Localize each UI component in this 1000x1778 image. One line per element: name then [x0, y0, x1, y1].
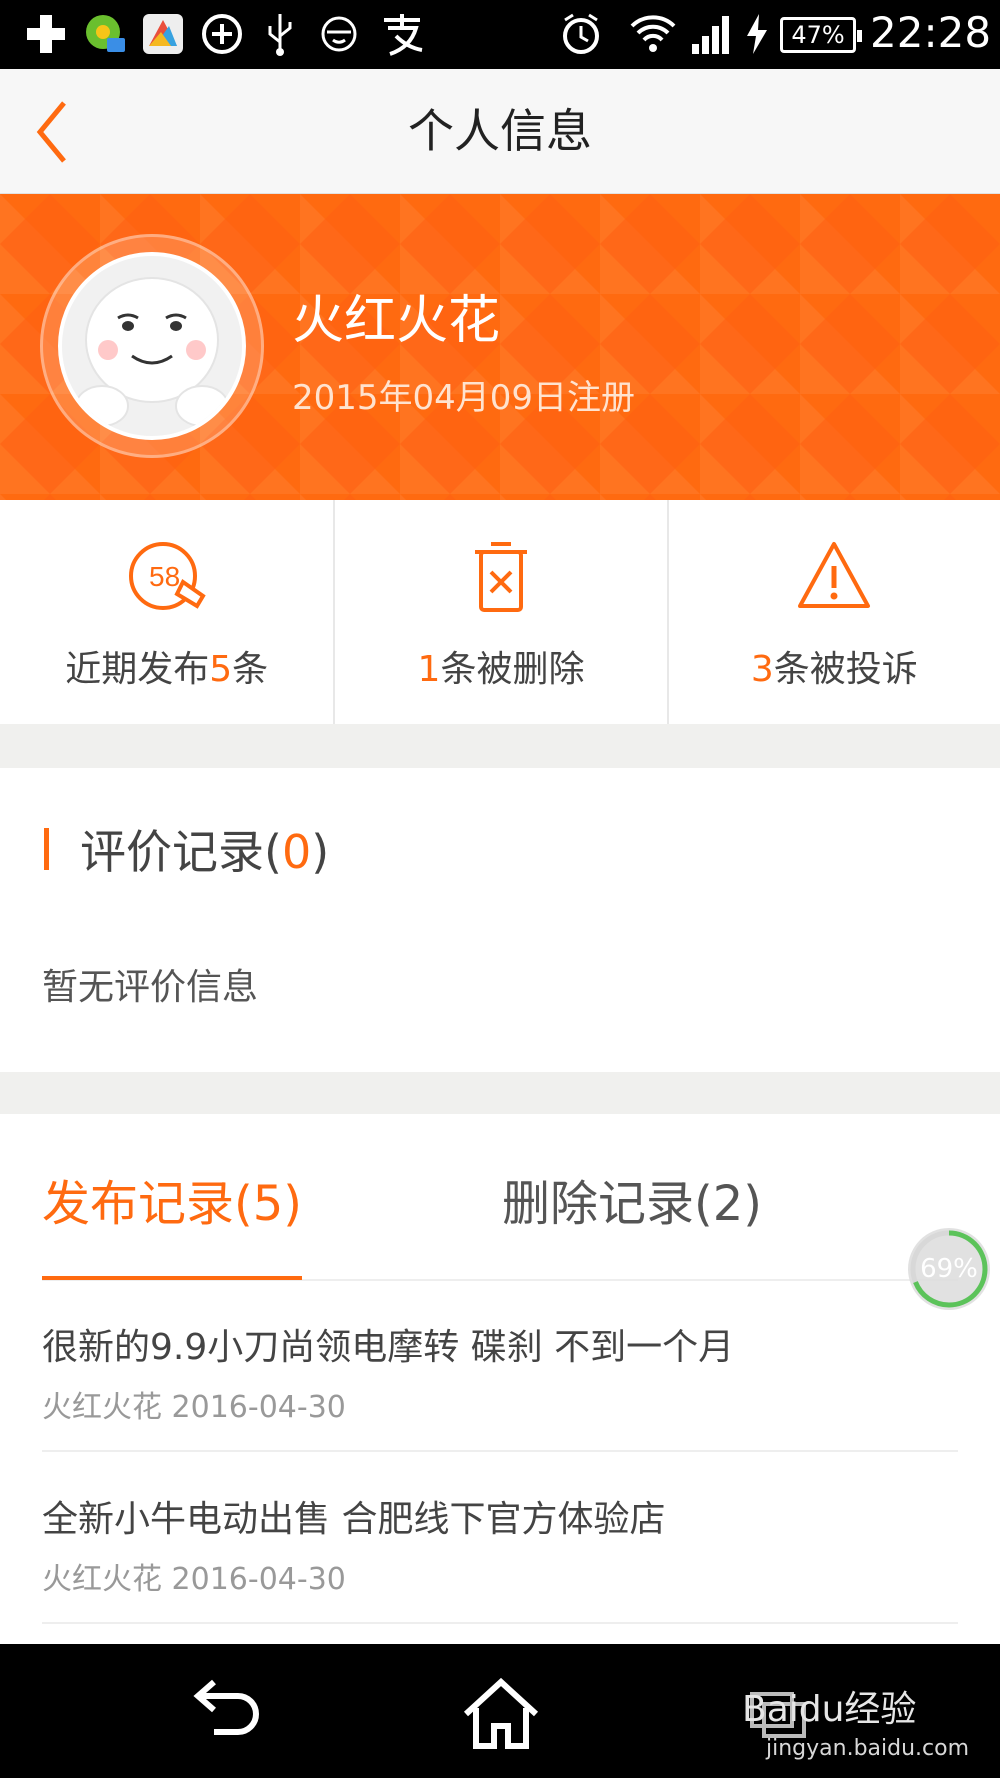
stat-deleted[interactable]: 1条被删除	[333, 500, 666, 724]
58-edit-icon: 58	[128, 542, 206, 610]
tab-active-indicator	[42, 1276, 302, 1280]
stat-label-recent: 近期发布5条	[65, 649, 269, 690]
item-meta: 火红火花 2016-04-30	[42, 1390, 346, 1425]
clock: 22:28	[870, 8, 992, 57]
trash-icon	[474, 542, 527, 612]
divider	[42, 1622, 958, 1624]
usb-icon	[260, 10, 300, 58]
profile-banner: 火红火花 2015年04月09日注册	[0, 194, 1000, 500]
home-icon	[463, 1677, 539, 1749]
divider	[42, 1450, 958, 1452]
stat-label-deleted: 1条被删除	[417, 649, 585, 690]
charging-icon	[742, 10, 772, 58]
system-nav-bar: Baidu经验 jingyan.baidu.com	[0, 1644, 1000, 1778]
review-empty-text: 暂无评价信息	[42, 967, 259, 1008]
stat-complaints[interactable]: 3条被投诉	[666, 500, 1000, 724]
records-section: 发布记录(5) 删除记录(2) 很新的9.9小刀尚领电摩转 碟刹 不到一个月 火…	[0, 1114, 1000, 1644]
tab-deleted[interactable]: 删除记录(2)	[502, 1164, 762, 1234]
review-section: 评价记录(0) 暂无评价信息	[0, 768, 1000, 1072]
item-title: 全新小牛电动出售 合肥线下官方体验店	[42, 1499, 666, 1540]
progress-text: 69%	[920, 1254, 978, 1284]
stat-label-complaints: 3条被投诉	[750, 649, 918, 690]
plus-cross-icon	[26, 10, 66, 58]
review-title: 评价记录(0)	[80, 825, 330, 879]
avatar[interactable]	[58, 252, 246, 440]
stat-recent-posts[interactable]: 58 近期发布5条	[0, 500, 333, 724]
app-header: 个人信息	[0, 69, 1000, 194]
tab-published[interactable]: 发布记录(5)	[42, 1164, 302, 1234]
alarm-icon	[556, 10, 606, 58]
page-title: 个人信息	[408, 104, 592, 158]
registration-date: 2015年04月09日注册	[292, 378, 636, 418]
item-meta: 火红火花 2016-04-30	[42, 1562, 346, 1597]
nav-home-button[interactable]	[456, 1674, 546, 1754]
screen: 47% 22:28 个人信息 火红火花 2015年04月09日注册 58 近期发…	[0, 0, 1000, 1778]
progress-badge[interactable]: 69%	[908, 1228, 990, 1310]
smiley-avatar-icon	[62, 256, 242, 436]
battery-indicator: 47%	[780, 17, 862, 53]
item-title: 很新的9.9小刀尚领电摩转 碟刹 不到一个月	[42, 1327, 735, 1368]
app-market-icon	[140, 10, 186, 58]
list-item[interactable]: 很新的9.9小刀尚领电摩转 碟刹 不到一个月 火红火花 2016-04-30	[42, 1318, 958, 1426]
wifi-icon	[628, 10, 678, 58]
section-accent-bar	[44, 828, 49, 870]
svg-text:58: 58	[149, 561, 180, 592]
watermark-brand: Baidu经验	[742, 1689, 917, 1730]
nav-back-button[interactable]	[180, 1674, 270, 1754]
alipay-icon	[376, 10, 428, 58]
app-notification-icon	[82, 10, 128, 58]
back-arrow-icon	[193, 1679, 259, 1735]
watermark-url: jingyan.baidu.com	[766, 1736, 970, 1761]
status-bar: 47% 22:28	[0, 0, 1000, 69]
list-item[interactable]: 全新小牛电动出售 合肥线下官方体验店 火红火花 2016-04-30	[42, 1490, 958, 1598]
signal-icon	[688, 10, 736, 58]
warning-icon	[798, 542, 871, 608]
username: 火红火花	[292, 291, 501, 351]
add-circle-icon	[198, 10, 246, 58]
incognito-icon	[316, 10, 362, 58]
stats-bar: 58 近期发布5条 1条被删除 3条被投诉	[0, 500, 1000, 724]
